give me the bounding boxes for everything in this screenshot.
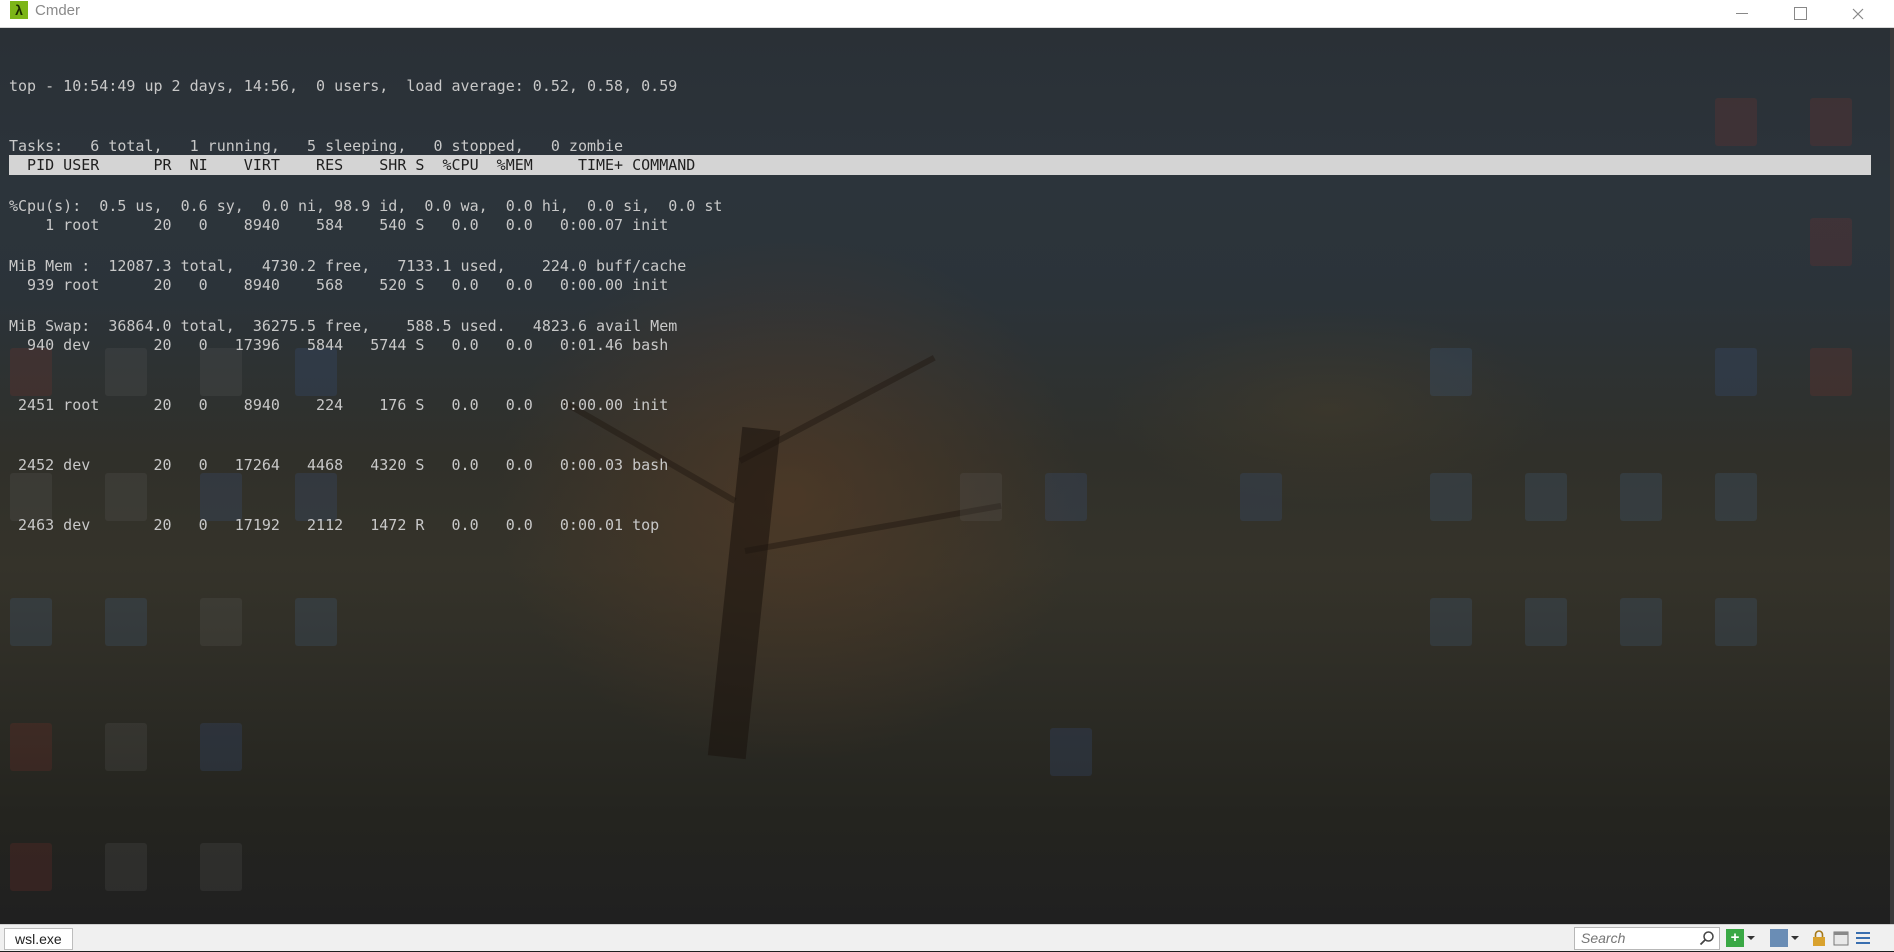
desktop-file-icon: [200, 598, 242, 646]
window-title: Cmder: [35, 2, 81, 19]
table-row: 2452 dev 20 0 17264 4468 4320 S 0.0 0.0 …: [9, 456, 669, 474]
desktop-word-icon: [1240, 473, 1282, 521]
new-console-dropdown[interactable]: [1746, 929, 1756, 947]
desktop-chrome-icon: [200, 843, 242, 891]
desktop-file-icon: [960, 473, 1002, 521]
desktop-image-icon: [1715, 473, 1757, 521]
maximize-icon: [1793, 7, 1807, 20]
desktop-pdf-icon: [1810, 98, 1852, 146]
summary-line-uptime: top - 10:54:49 up 2 days, 14:56, 0 users…: [9, 77, 678, 95]
hamburger-menu-icon: [1856, 932, 1870, 944]
desktop-pdf-icon: [10, 843, 52, 891]
desktop-word-icon: [200, 723, 242, 771]
window-mode-button[interactable]: [1832, 929, 1850, 947]
desktop-pdf-icon: [1810, 218, 1852, 266]
new-console-button[interactable]: +: [1726, 929, 1744, 947]
lock-button[interactable]: [1810, 929, 1828, 947]
table-row: 2451 root 20 0 8940 224 176 S 0.0 0.0 0:…: [9, 396, 669, 414]
status-bar: wsl.exe +: [0, 924, 1894, 951]
close-icon: [1852, 8, 1864, 19]
desktop-word-icon: [1715, 348, 1757, 396]
search-input[interactable]: [1575, 928, 1699, 947]
chevron-down-icon: [1791, 936, 1799, 940]
chevron-down-icon: [1747, 936, 1755, 940]
desktop-word-icon: [1050, 728, 1092, 776]
desktop-pdf-icon: [10, 723, 52, 771]
desktop-pdf-icon: [1810, 348, 1852, 396]
desktop-file-icon: [105, 843, 147, 891]
desktop-image-icon: [1430, 348, 1472, 396]
summary-line-tasks: Tasks: 6 total, 1 running, 5 sleeping, 0…: [9, 137, 624, 155]
desktop-image-icon: [1620, 598, 1662, 646]
table-row: 940 dev 20 0 17396 5844 5744 S 0.0 0.0 0…: [9, 336, 669, 354]
console-info-dropdown[interactable]: [1790, 929, 1800, 947]
desktop-image-icon: [295, 598, 337, 646]
desktop-image-icon: [1620, 473, 1662, 521]
window-icon: [1833, 931, 1849, 946]
lock-icon: [1813, 930, 1825, 946]
desktop-image-icon: [1715, 598, 1757, 646]
close-button[interactable]: [1830, 0, 1886, 27]
desktop-image-icon: [1430, 598, 1472, 646]
console-area[interactable]: top - 10:54:49 up 2 days, 14:56, 0 users…: [0, 28, 1890, 924]
console-info-button[interactable]: [1770, 929, 1788, 947]
console-tab-wsl[interactable]: wsl.exe: [4, 928, 73, 950]
desktop-image-icon: [1525, 598, 1567, 646]
desktop-image-icon: [10, 598, 52, 646]
maximize-button[interactable]: [1772, 0, 1828, 27]
background-tree: [707, 426, 781, 760]
menu-button[interactable]: [1854, 929, 1872, 947]
console-scrollbar[interactable]: [1890, 28, 1894, 924]
table-row: 2463 dev 20 0 17192 2112 1472 R 0.0 0.0 …: [9, 516, 660, 534]
process-table-header: PID USER PR NI VIRT RES SHR S %CPU %MEM …: [9, 155, 1871, 175]
table-row: 1 root 20 0 8940 584 540 S 0.0 0.0 0:00.…: [9, 216, 669, 234]
background-branch: [738, 355, 936, 464]
search-box[interactable]: [1574, 927, 1720, 950]
desktop-image-icon: [1430, 473, 1472, 521]
table-row: 939 root 20 0 8940 568 520 S 0.0 0.0 0:0…: [9, 276, 669, 294]
minimize-button[interactable]: [1714, 0, 1770, 27]
desktop-file-icon: [105, 723, 147, 771]
search-icon[interactable]: [1699, 930, 1715, 946]
minimize-icon: [1736, 13, 1748, 14]
desktop-image-icon: [1525, 473, 1567, 521]
cmder-lambda-icon: λ: [10, 1, 28, 19]
process-table: 1 root 20 0 8940 584 540 S 0.0 0.0 0:00.…: [9, 175, 668, 575]
desktop-word-icon: [1045, 473, 1087, 521]
desktop-image-icon: [105, 598, 147, 646]
desktop-pdf-icon: [1715, 98, 1757, 146]
title-bar: λ Cmder: [0, 0, 1894, 28]
